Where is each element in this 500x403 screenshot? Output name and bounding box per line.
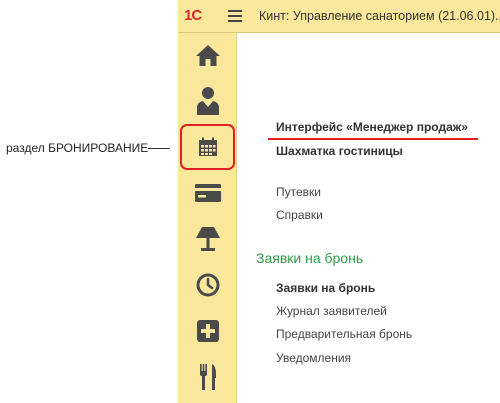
link-booking-requests[interactable]: Заявки на бронь xyxy=(276,281,375,295)
sidebar-item-person[interactable] xyxy=(178,79,237,123)
sidebar-item-payments[interactable] xyxy=(178,171,237,215)
link-certificates[interactable]: Справки xyxy=(276,208,323,222)
sidebar-item-restaurant[interactable] xyxy=(178,355,237,399)
link-notifications[interactable]: Уведомления xyxy=(276,351,351,365)
annotation-label: раздел БРОНИРОВАНИЕ xyxy=(6,141,149,155)
link-preliminary-booking[interactable]: Предварительная бронь xyxy=(276,327,412,341)
app-title: Кинт: Управление санаторием (21.06.01)..… xyxy=(259,9,500,23)
annotation-pointer-line xyxy=(148,148,170,149)
medical-cross-icon xyxy=(196,320,219,342)
section-title-booking-requests: Заявки на бронь xyxy=(256,250,364,266)
booking-section-highlight xyxy=(180,124,235,170)
person-icon xyxy=(196,87,219,115)
sidebar xyxy=(178,33,237,403)
link-hotel-chess-board[interactable]: Шахматка гостиницы xyxy=(276,144,403,158)
sidebar-item-accommodation[interactable] xyxy=(178,217,237,261)
clock-icon xyxy=(196,273,219,297)
sidebar-item-home[interactable] xyxy=(178,33,237,77)
credit-card-icon xyxy=(194,184,221,202)
menu-icon[interactable] xyxy=(228,10,242,22)
underline-highlight xyxy=(268,138,478,140)
logo-1c: 1С xyxy=(184,7,202,24)
title-bar: 1С Кинт: Управление санаторием (21.06.01… xyxy=(178,0,500,33)
sidebar-item-schedule[interactable] xyxy=(178,263,237,307)
home-icon xyxy=(195,45,220,66)
link-vouchers[interactable]: Путевки xyxy=(276,185,321,199)
link-applicants-journal[interactable]: Журнал заявителей xyxy=(276,304,387,318)
link-sales-manager-interface[interactable]: Интерфейс «Менеджер продаж» xyxy=(276,120,468,134)
lamp-icon xyxy=(195,227,220,251)
sidebar-item-medical[interactable] xyxy=(178,309,237,353)
fork-knife-icon xyxy=(199,364,216,390)
